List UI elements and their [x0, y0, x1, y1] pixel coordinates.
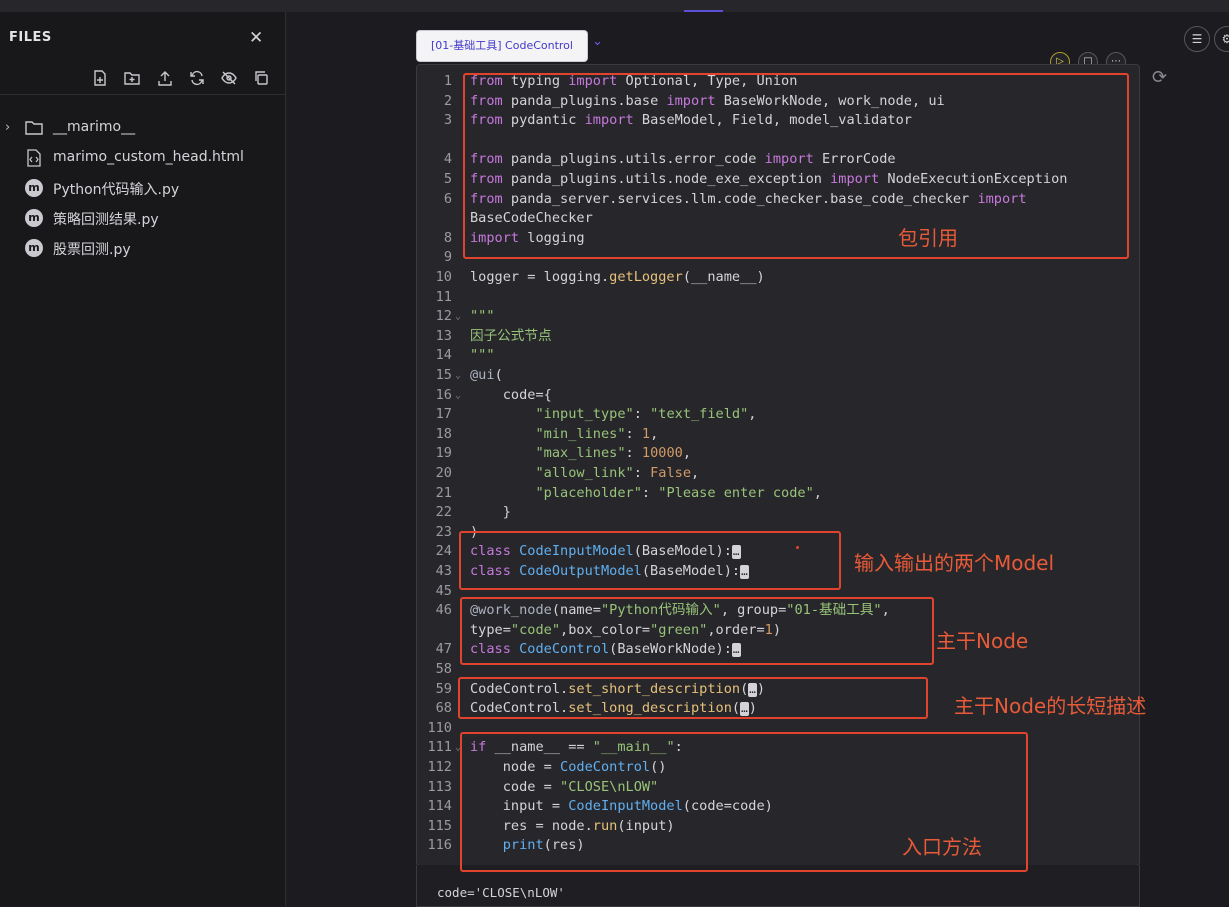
code-line[interactable]: "allow_link": False, — [470, 464, 699, 484]
line-number: 23 — [435, 523, 452, 540]
tree-item-label: 股票回测.py — [53, 242, 131, 258]
line-number: 15 — [435, 367, 452, 383]
tree-item-file[interactable]: m 股票回测.py — [0, 234, 285, 264]
line-number: 110 — [427, 719, 452, 736]
code-line[interactable]: code={ — [470, 386, 552, 406]
output-text: code='CLOSE\nLOW' — [437, 885, 565, 900]
annotation-box-imports — [463, 73, 1129, 259]
line-number: 115 — [427, 817, 452, 834]
line-number: 9 — [443, 249, 452, 266]
tree-item-label: __marimo__ — [53, 119, 136, 135]
code-line[interactable]: logger = logging.getLogger(__name__) — [470, 268, 765, 288]
annotation-box-main-node — [460, 597, 934, 665]
line-number: 19 — [435, 445, 452, 462]
chevron-right-icon[interactable]: › — [5, 120, 10, 135]
line-number: 111 — [427, 739, 452, 756]
line-number: 112 — [427, 759, 452, 775]
annotation-main-node: 主干Node — [936, 629, 1029, 653]
line-number: 5 — [443, 171, 452, 187]
code-line[interactable]: "max_lines": 10000, — [470, 444, 691, 464]
tree-item-label: marimo_custom_head.html — [53, 149, 244, 165]
code-line[interactable]: } — [470, 503, 511, 523]
line-number: 22 — [435, 504, 452, 521]
code-line[interactable]: "placeholder": "Please enter code", — [470, 484, 821, 504]
folder-icon — [25, 119, 43, 137]
top-bar — [0, 0, 1229, 12]
line-number: 8 — [443, 229, 452, 246]
new-folder-icon[interactable] — [124, 70, 140, 86]
tree-item-label: Python代码输入.py — [53, 182, 180, 198]
line-number: 12 — [435, 308, 452, 325]
settings-icon[interactable]: ⚙ — [1214, 26, 1229, 52]
sidebar-toolbar — [0, 66, 285, 95]
files-sidebar: FILES ✕ › __marimo__ marimo_custom_head.… — [0, 12, 286, 906]
tree-item-folder[interactable]: › __marimo__ — [0, 114, 285, 144]
code-file-icon — [25, 149, 43, 167]
refresh-icon[interactable] — [189, 70, 205, 86]
line-number: 4 — [443, 151, 452, 168]
line-number: 47 — [435, 641, 452, 658]
line-number: 20 — [435, 465, 452, 481]
line-number: 114 — [427, 798, 452, 815]
line-number: 6 — [443, 190, 452, 207]
tree-item-label: 策略回测结果.py — [53, 212, 159, 228]
line-number: 46 — [435, 602, 452, 619]
code-line[interactable]: """ — [470, 346, 495, 366]
tree-item-file[interactable]: m 策略回测结果.py — [0, 204, 285, 234]
code-line[interactable]: "input_type": "text_field", — [470, 405, 756, 425]
upload-icon[interactable] — [157, 70, 173, 86]
fold-icon[interactable]: ⌄ — [455, 307, 461, 327]
line-number: 10 — [435, 269, 452, 285]
annotation-models: 输入输出的两个Model — [854, 551, 1055, 575]
code-line[interactable]: """ — [470, 307, 495, 327]
refresh-cell-icon[interactable]: ⟳ — [1152, 67, 1167, 88]
code-line[interactable]: "min_lines": 1, — [470, 425, 658, 445]
code-line[interactable]: 因子公式节点 — [470, 327, 552, 347]
fold-icon[interactable]: ⌄ — [455, 386, 461, 406]
file-tree: › __marimo__ marimo_custom_head.html m P… — [0, 114, 285, 264]
line-number: 68 — [435, 700, 452, 717]
annotation-imports: 包引用 — [898, 226, 958, 250]
line-number: 58 — [435, 661, 452, 677]
annotation-box-models — [459, 531, 841, 590]
line-number: 113 — [427, 778, 452, 795]
cell-tab[interactable]: [01-基础工具] CodeControl — [416, 30, 588, 62]
line-number: 116 — [427, 837, 452, 854]
code-line[interactable]: @ui( — [470, 366, 503, 386]
close-icon[interactable]: ✕ — [249, 28, 263, 48]
tree-item-file[interactable]: marimo_custom_head.html — [0, 144, 285, 174]
line-number: 45 — [435, 582, 452, 599]
sidebar-title: FILES — [9, 30, 52, 45]
line-number: 2 — [443, 92, 452, 109]
line-number: 13 — [435, 327, 452, 344]
line-number: 14 — [435, 347, 452, 364]
fold-icon[interactable]: ⌄ — [455, 366, 461, 386]
marimo-icon: m — [25, 239, 43, 257]
tree-item-file[interactable]: m Python代码输入.py — [0, 174, 285, 204]
line-number: 16 — [435, 386, 452, 403]
line-number: 3 — [443, 112, 452, 129]
new-file-icon[interactable] — [92, 70, 108, 86]
line-number: 43 — [435, 563, 452, 579]
annotation-descriptions: 主干Node的长短描述 — [954, 694, 1147, 718]
line-number: 1 — [443, 73, 452, 89]
line-number: 18 — [435, 425, 452, 442]
marimo-icon: m — [25, 179, 43, 197]
line-number: 59 — [435, 680, 452, 697]
line-number: 24 — [435, 543, 452, 560]
menu-icon[interactable]: ☰ — [1184, 26, 1210, 52]
annotation-box-descriptions — [458, 677, 928, 719]
line-number: 21 — [435, 484, 452, 501]
annotation-entry: 入口方法 — [902, 835, 982, 859]
marimo-icon: m — [25, 209, 43, 227]
line-number: 11 — [435, 288, 452, 305]
hide-icon[interactable] — [221, 70, 237, 86]
line-number: 17 — [435, 406, 452, 423]
annotation-dot — [796, 546, 799, 549]
copy-icon[interactable] — [253, 70, 269, 86]
chevron-down-icon[interactable]: ⌄ — [592, 34, 603, 49]
